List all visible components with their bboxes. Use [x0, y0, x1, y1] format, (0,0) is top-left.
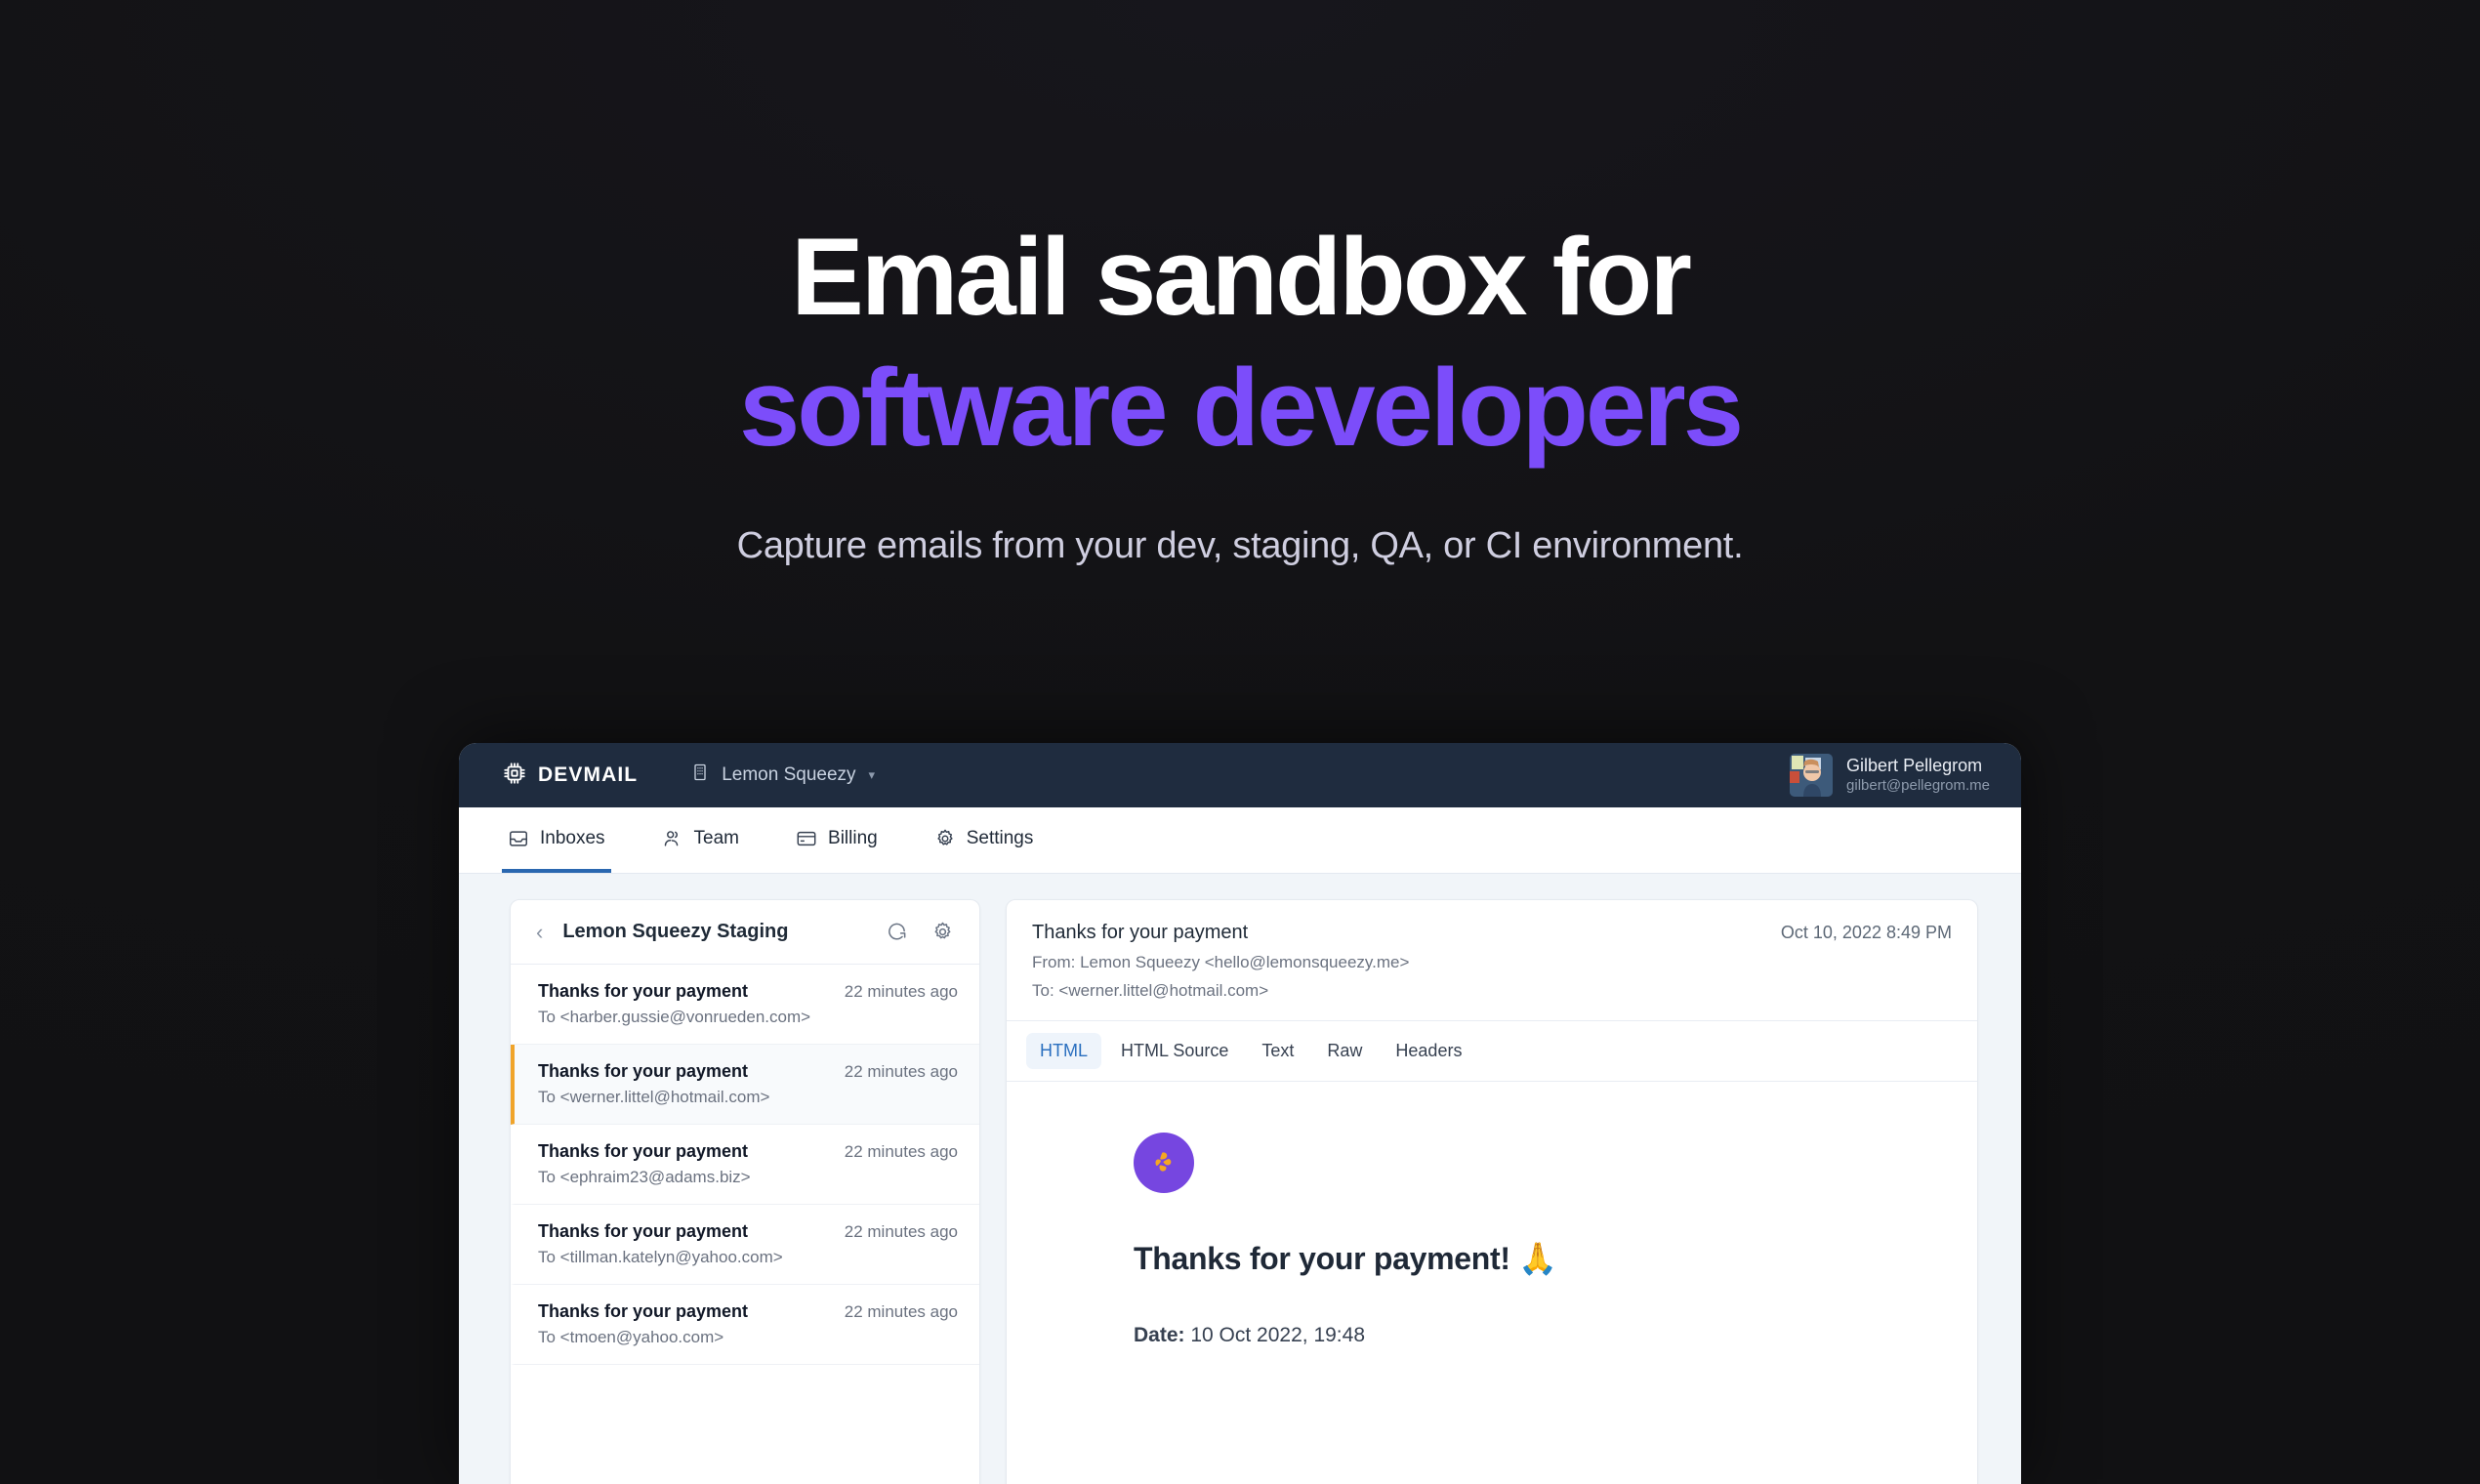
- list-item-time: 22 minutes ago: [844, 1142, 958, 1161]
- list-item-recipient: To <harber.gussie@vonrueden.com>: [538, 1008, 811, 1026]
- chevron-down-icon: ▾: [868, 767, 876, 782]
- hero-title-line1: Email sandbox for: [791, 216, 1692, 338]
- tab-inboxes[interactable]: Inboxes: [502, 807, 611, 873]
- tab-html-source[interactable]: HTML Source: [1107, 1033, 1242, 1069]
- list-item-recipient: To <tillman.katelyn@yahoo.com>: [538, 1248, 783, 1266]
- inbox-list-header: ‹ Lemon Squeezy Staging: [511, 900, 979, 965]
- credit-card-icon: [796, 828, 817, 849]
- message-from: From: Lemon Squeezy <hello@lemonsqueezy.…: [1032, 953, 1410, 971]
- hero-section: Email sandbox for software developers Ca…: [0, 0, 2480, 567]
- app-content: ‹ Lemon Squeezy Staging Thanks for your …: [459, 874, 2021, 1484]
- list-item-recipient: To <tmoen@yahoo.com>: [538, 1328, 724, 1346]
- list-item-subject: Thanks for your payment: [538, 1141, 749, 1161]
- app-nav: Inboxes Team Billing Settings: [459, 807, 2021, 874]
- user-meta: Gilbert Pellegrom gilbert@pellegrom.me: [1846, 755, 1990, 795]
- tab-settings[interactable]: Settings: [929, 807, 1040, 873]
- building-icon: [690, 763, 710, 788]
- app-window-wrapper: DEVMAIL Lemon Squeezy ▾ Gilbert Pellegro…: [459, 743, 2021, 1484]
- list-item-subject: Thanks for your payment: [538, 1061, 749, 1081]
- list-item-subject: Thanks for your payment: [538, 981, 749, 1001]
- avatar: [1790, 754, 1834, 797]
- message-panel: Thanks for your payment Oct 10, 2022 8:4…: [1006, 899, 1978, 1484]
- list-item-subject: Thanks for your payment: [538, 1301, 749, 1321]
- tab-team-label: Team: [693, 827, 740, 848]
- list-item[interactable]: Thanks for your payment 22 minutes ago T…: [511, 1125, 979, 1205]
- inbox-settings-gear-icon[interactable]: [928, 917, 958, 947]
- list-item-time: 22 minutes ago: [844, 1302, 958, 1321]
- message-view-tabs: HTML HTML Source Text Raw Headers: [1007, 1021, 1977, 1082]
- inbox-list-panel: ‹ Lemon Squeezy Staging Thanks for your …: [510, 899, 980, 1484]
- user-name: Gilbert Pellegrom: [1846, 756, 1983, 776]
- message-body-date-label: Date:: [1134, 1324, 1185, 1346]
- user-menu[interactable]: Gilbert Pellegrom gilbert@pellegrom.me: [1790, 754, 1990, 797]
- tab-text[interactable]: Text: [1248, 1033, 1307, 1069]
- org-switcher[interactable]: Lemon Squeezy ▾: [690, 763, 875, 788]
- app-topbar: DEVMAIL Lemon Squeezy ▾ Gilbert Pellegro…: [459, 743, 2021, 807]
- list-item[interactable]: Thanks for your payment 22 minutes ago T…: [511, 965, 979, 1045]
- list-item-recipient: To <werner.littel@hotmail.com>: [538, 1088, 770, 1106]
- org-name: Lemon Squeezy: [722, 764, 856, 785]
- tab-html[interactable]: HTML: [1026, 1033, 1101, 1069]
- page-title: Email sandbox for software developers: [0, 223, 2480, 463]
- message-date: Oct 10, 2022 8:49 PM: [1780, 923, 1952, 942]
- back-button[interactable]: ‹: [528, 918, 551, 947]
- list-item[interactable]: Thanks for your payment 22 minutes ago T…: [511, 1285, 979, 1365]
- message-body: Thanks for your payment! 🙏 Date: 10 Oct …: [1007, 1082, 1977, 1484]
- message-header: Thanks for your payment Oct 10, 2022 8:4…: [1007, 900, 1977, 1021]
- list-item[interactable]: Thanks for your payment 22 minutes ago T…: [511, 1205, 979, 1285]
- landing-page: Email sandbox for software developers Ca…: [0, 0, 2480, 1484]
- tab-inboxes-label: Inboxes: [540, 827, 605, 848]
- hero-subtitle: Capture emails from your dev, staging, Q…: [736, 525, 1744, 566]
- message-body-date: Date: 10 Oct 2022, 19:48: [1134, 1324, 1977, 1347]
- message-subject: Thanks for your payment: [1032, 922, 1249, 943]
- gear-icon: [934, 828, 956, 849]
- list-item-time: 22 minutes ago: [844, 1222, 958, 1241]
- users-icon: [662, 828, 683, 849]
- list-item-row: Thanks for your payment 22 minutes ago: [538, 1061, 958, 1082]
- list-item-recipient: To <ephraim23@adams.biz>: [538, 1168, 751, 1186]
- list-item[interactable]: Thanks for your payment 22 minutes ago T…: [511, 1045, 979, 1125]
- list-item-subject: Thanks for your payment: [538, 1221, 749, 1241]
- list-item-time: 22 minutes ago: [844, 982, 958, 1001]
- brand-name: DEVMAIL: [538, 763, 639, 786]
- list-item-row: Thanks for your payment 22 minutes ago: [538, 1301, 958, 1322]
- message-to: To: <werner.littel@hotmail.com>: [1032, 981, 1269, 1000]
- message-header-row: Thanks for your payment Oct 10, 2022 8:4…: [1032, 922, 1952, 944]
- hero-title-line2: software developers: [738, 347, 1744, 469]
- tab-billing[interactable]: Billing: [790, 807, 884, 873]
- list-item-row: Thanks for your payment 22 minutes ago: [538, 1141, 958, 1162]
- tab-headers[interactable]: Headers: [1382, 1033, 1475, 1069]
- message-body-date-value: 10 Oct 2022, 19:48: [1190, 1324, 1365, 1346]
- lemon-squeezy-logo-icon: [1134, 1133, 1194, 1193]
- cpu-chip-icon: [502, 761, 527, 791]
- message-body-heading: Thanks for your payment! 🙏: [1134, 1241, 1557, 1276]
- inbox-title: Lemon Squeezy Staging: [562, 921, 789, 942]
- tab-settings-label: Settings: [966, 827, 1034, 848]
- refresh-icon[interactable]: [882, 917, 912, 947]
- user-email: gilbert@pellegrom.me: [1846, 776, 1990, 794]
- list-item-row: Thanks for your payment 22 minutes ago: [538, 1221, 958, 1242]
- app-window: DEVMAIL Lemon Squeezy ▾ Gilbert Pellegro…: [459, 743, 2021, 1484]
- tab-team[interactable]: Team: [656, 807, 745, 873]
- tab-raw[interactable]: Raw: [1313, 1033, 1376, 1069]
- list-item-time: 22 minutes ago: [844, 1062, 958, 1081]
- inbox-icon: [508, 828, 529, 849]
- brand-logo[interactable]: DEVMAIL: [502, 761, 638, 791]
- list-item-row: Thanks for your payment 22 minutes ago: [538, 981, 958, 1002]
- tab-billing-label: Billing: [828, 827, 878, 848]
